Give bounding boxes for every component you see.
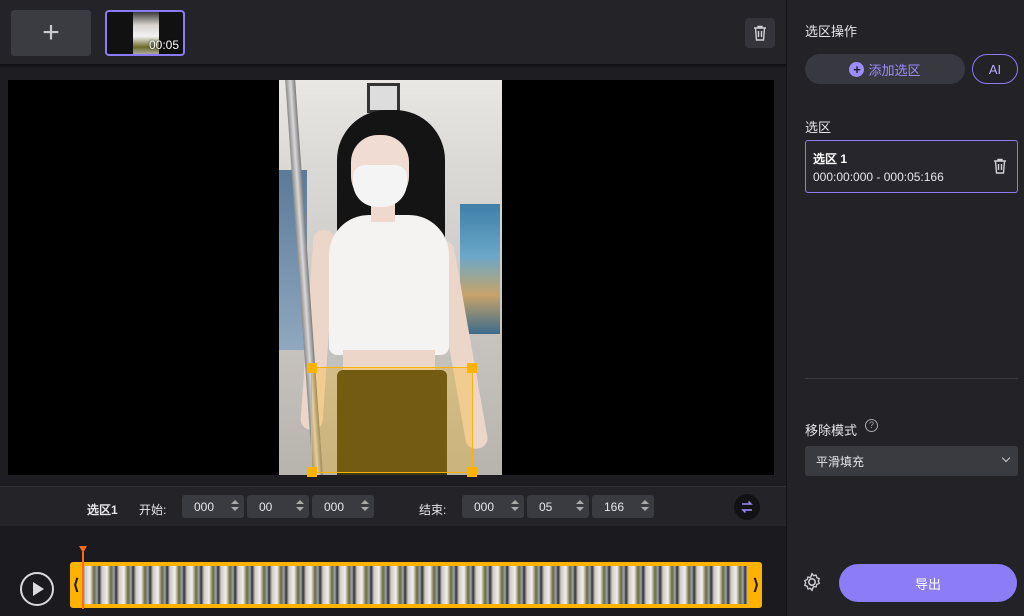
selection-box[interactable] (307, 363, 477, 477)
trash-icon (754, 25, 766, 41)
resize-handle-top-right[interactable] (467, 363, 477, 373)
remove-mode-label: 移除模式 (805, 423, 858, 438)
start-hour-stepper[interactable]: 000 (182, 495, 244, 518)
resize-handle-bottom-left[interactable] (307, 467, 317, 477)
trim-handle-left[interactable]: ⟨ (70, 575, 82, 595)
filmstrip (82, 566, 748, 604)
help-icon[interactable]: ? (865, 419, 878, 432)
export-button[interactable]: 导出 (839, 564, 1017, 602)
stepper-arrows[interactable] (576, 498, 584, 515)
ai-button[interactable]: AI (972, 54, 1018, 84)
selection-card[interactable]: 选区 1 000:00:000 - 000:05:166 (805, 140, 1018, 193)
selection-name-label: 选区1 (87, 503, 118, 517)
media-strip: + 00:05 (0, 0, 786, 66)
selections-heading: 选区 (805, 120, 832, 135)
thumbnail-duration: 00:05 (148, 38, 179, 52)
start-label: 开始: (139, 503, 167, 517)
resize-handle-bottom-right[interactable] (467, 467, 477, 477)
trash-icon (994, 158, 1006, 174)
stepper-arrows[interactable] (361, 498, 369, 515)
add-media-button[interactable]: + (11, 10, 91, 56)
end-ms-stepper[interactable]: 166 (592, 495, 654, 518)
remove-mode-select[interactable]: 平滑填充 (805, 446, 1018, 476)
stepper-arrows[interactable] (511, 498, 519, 515)
play-icon (33, 582, 44, 596)
gear-icon (804, 572, 820, 592)
playhead[interactable] (82, 552, 84, 609)
stepper-arrows[interactable] (231, 498, 239, 515)
video-object-remover-app: + 00:05 选区1 开始: 000 00 000 结束: 000 05 16… (0, 0, 1024, 616)
selection-time-bar: 选区1 开始: 000 00 000 结束: 000 05 166 (0, 486, 786, 526)
divider (805, 378, 1018, 379)
timeline-track[interactable]: ⟨ ⟩ (70, 562, 762, 608)
settings-button[interactable] (801, 571, 823, 593)
selection-range: 000:00:000 - 000:05:166 (813, 170, 944, 184)
delete-media-button[interactable] (745, 18, 775, 48)
stepper-arrows[interactable] (296, 498, 304, 515)
stepper-arrows[interactable] (641, 498, 649, 515)
start-ms-stepper[interactable]: 000 (312, 495, 374, 518)
plus-icon: + (849, 61, 865, 77)
start-second-stepper[interactable]: 00 (247, 495, 309, 518)
add-selection-button[interactable]: + 添加选区 (805, 54, 965, 84)
video-thumbnail[interactable]: 00:05 (105, 10, 185, 56)
chevron-down-icon (1001, 453, 1011, 463)
side-panel: 选区操作 + 添加选区 AI 选区 选区 1 000:00:000 - 000:… (786, 0, 1024, 616)
trim-handle-right[interactable]: ⟩ (750, 575, 762, 595)
end-second-stepper[interactable]: 05 (527, 495, 589, 518)
end-hour-stepper[interactable]: 000 (462, 495, 524, 518)
video-canvas (8, 80, 774, 477)
swap-icon (741, 500, 753, 514)
delete-selection-button[interactable] (993, 158, 1007, 179)
swap-button[interactable] (734, 494, 760, 520)
selection-ops-title: 选区操作 (805, 24, 858, 39)
selection-name: 选区 1 (813, 152, 848, 166)
timeline: ⟨ ⟩ (0, 526, 786, 616)
play-button[interactable] (20, 572, 54, 606)
end-label: 结束: (419, 503, 447, 517)
preview-area (0, 68, 786, 486)
resize-handle-top-left[interactable] (307, 363, 317, 373)
